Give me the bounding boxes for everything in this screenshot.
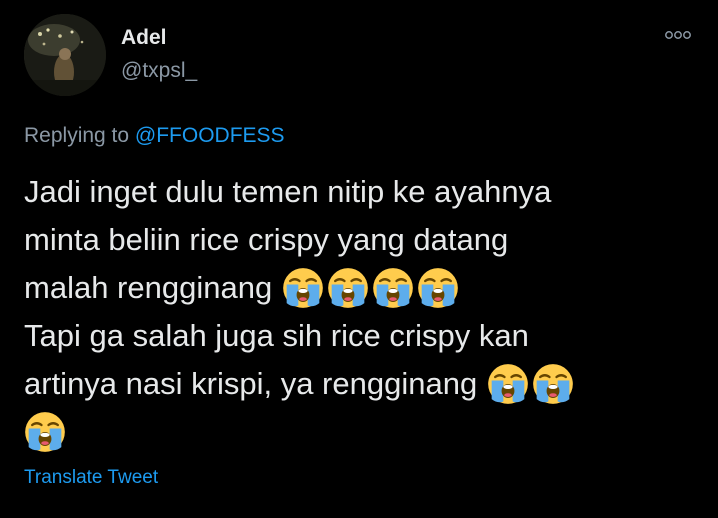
display-name[interactable]: Adel	[121, 25, 167, 51]
tweet-text: Jadi inget dulu temen nitip ke ayahnya m…	[24, 168, 704, 456]
loudly-crying-face-emoji	[282, 267, 324, 309]
emoji-group	[282, 267, 459, 309]
tweet-line: Jadi inget dulu temen nitip ke ayahnya	[24, 174, 552, 209]
more-options-button[interactable]	[663, 28, 693, 42]
tweet[interactable]: Adel @txpsl_ Replying to @FFOODFESS Jadi…	[0, 0, 718, 518]
avatar-image	[24, 14, 106, 96]
loudly-crying-face-emoji	[372, 267, 414, 309]
loudly-crying-face-emoji	[487, 363, 529, 405]
replying-to-label: Replying to	[24, 124, 130, 147]
emoji-group	[487, 363, 574, 405]
more-horizontal-icon	[663, 28, 693, 42]
translate-tweet-link[interactable]: Translate Tweet	[24, 466, 158, 490]
tweet-line	[24, 408, 704, 456]
tweet-line: artinya nasi krispi, ya rengginang	[24, 360, 704, 408]
loudly-crying-face-emoji	[532, 363, 574, 405]
tweet-line: malah rengginang	[24, 264, 704, 312]
avatar[interactable]	[24, 14, 106, 96]
tweet-line: Tapi ga salah juga sih rice crispy kan	[24, 318, 529, 353]
replying-to: Replying to @FFOODFESS	[24, 123, 285, 149]
loudly-crying-face-emoji	[24, 411, 66, 453]
tweet-line: minta beliin rice crispy yang datang	[24, 222, 509, 257]
loudly-crying-face-emoji	[327, 267, 369, 309]
loudly-crying-face-emoji	[417, 267, 459, 309]
mention-link[interactable]: @FFOODFESS	[135, 124, 285, 147]
user-handle[interactable]: @txpsl_	[121, 58, 197, 84]
